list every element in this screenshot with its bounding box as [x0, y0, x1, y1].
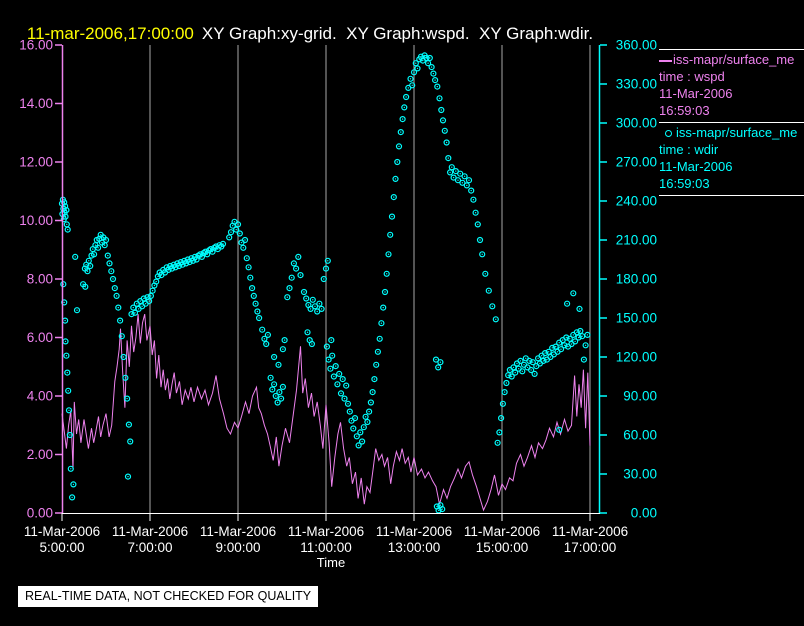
x-axis-title: Time	[316, 555, 346, 570]
xy-graph-window: 11-mar-2006,17:00:00 XY Graph:xy-grid. XY…	[0, 0, 804, 626]
svg-text:300.00: 300.00	[616, 116, 657, 131]
svg-text:150.00: 150.00	[616, 311, 657, 326]
legend-wdir-time: 16:59:03	[659, 176, 710, 191]
svg-text:11:00:00: 11:00:00	[300, 540, 352, 555]
legend-wspd-time: 16:59:03	[659, 103, 710, 118]
right-axis: 0.00 30.00 60.00 90.00 120.00 150.00 180.00 210…	[598, 38, 657, 521]
svg-text:17:00:00: 17:00:00	[564, 540, 617, 555]
svg-text:90.00: 90.00	[623, 389, 657, 404]
svg-text:2.00: 2.00	[27, 447, 53, 462]
legend-wspd-name: iss-mapr/surface_me	[673, 52, 795, 67]
svg-text:15:00:00: 15:00:00	[476, 540, 529, 555]
svg-text:30.00: 30.00	[623, 467, 657, 482]
svg-text:210.00: 210.00	[616, 233, 657, 248]
left-axis: 0.00 2.00 4.00 6.00 8.00 10.00 12.00 14.00 16.00	[19, 38, 64, 521]
svg-text:11-Mar-2006: 11-Mar-2006	[376, 524, 452, 539]
svg-text:11-Mar-2006: 11-Mar-2006	[288, 524, 364, 539]
legend-wdir-date: 11-Mar-2006	[659, 159, 733, 174]
svg-text:14.00: 14.00	[19, 96, 53, 111]
svg-text:330.00: 330.00	[616, 77, 657, 92]
svg-text:11-Mar-2006: 11-Mar-2006	[464, 524, 540, 539]
svg-text:4.00: 4.00	[27, 389, 53, 404]
svg-text:7:00:00: 7:00:00	[127, 540, 172, 555]
svg-text:60.00: 60.00	[623, 428, 657, 443]
wdir-scatter	[58, 52, 591, 514]
legend-wdir-name: iss-mapr/surface_me	[676, 125, 798, 140]
legend-entry-wspd: iss-mapr/surface_me time : wspd 11-Mar-2…	[659, 49, 804, 122]
svg-text:16.00: 16.00	[19, 38, 53, 53]
legend-wspd-field: time : wspd	[659, 69, 725, 84]
svg-text:8.00: 8.00	[27, 272, 53, 287]
svg-text:10.00: 10.00	[19, 213, 53, 228]
svg-text:11-Mar-2006: 11-Mar-2006	[552, 524, 628, 539]
svg-text:180.00: 180.00	[616, 272, 657, 287]
legend-wdir-source: iss-mapr/surface_me	[659, 124, 804, 141]
line-marker-icon	[659, 59, 672, 62]
svg-text:360.00: 360.00	[616, 38, 657, 53]
legend-wdir-field: time : wdir	[659, 142, 719, 157]
legend-wspd-date: 11-Mar-2006	[659, 86, 733, 101]
svg-text:0.00: 0.00	[631, 506, 657, 521]
x-axis: 11-Mar-20065:00:0011-Mar-20067:00:0011-M…	[24, 513, 628, 555]
svg-text:11-Mar-2006: 11-Mar-2006	[24, 524, 100, 539]
svg-text:120.00: 120.00	[616, 350, 657, 365]
legend-wspd-source: iss-mapr/surface_me	[659, 51, 804, 68]
svg-text:240.00: 240.00	[616, 194, 657, 209]
svg-text:0.00: 0.00	[27, 506, 53, 521]
svg-text:9:00:00: 9:00:00	[215, 540, 260, 555]
svg-text:12.00: 12.00	[19, 155, 53, 170]
quality-banner: REAL-TIME DATA, NOT CHECKED FOR QUALITY	[18, 586, 319, 607]
svg-text:6.00: 6.00	[27, 330, 53, 345]
legend: iss-mapr/surface_me time : wspd 11-Mar-2…	[659, 49, 804, 196]
svg-text:270.00: 270.00	[616, 155, 657, 170]
grid-lines	[149, 45, 591, 513]
svg-text:5:00:00: 5:00:00	[39, 540, 84, 555]
svg-text:13:00:00: 13:00:00	[388, 540, 441, 555]
legend-entry-wdir: iss-mapr/surface_me time : wdir 11-Mar-2…	[659, 122, 804, 196]
svg-text:11-Mar-2006: 11-Mar-2006	[200, 524, 276, 539]
svg-text:11-Mar-2006: 11-Mar-2006	[112, 524, 188, 539]
circle-marker-icon	[665, 130, 672, 138]
